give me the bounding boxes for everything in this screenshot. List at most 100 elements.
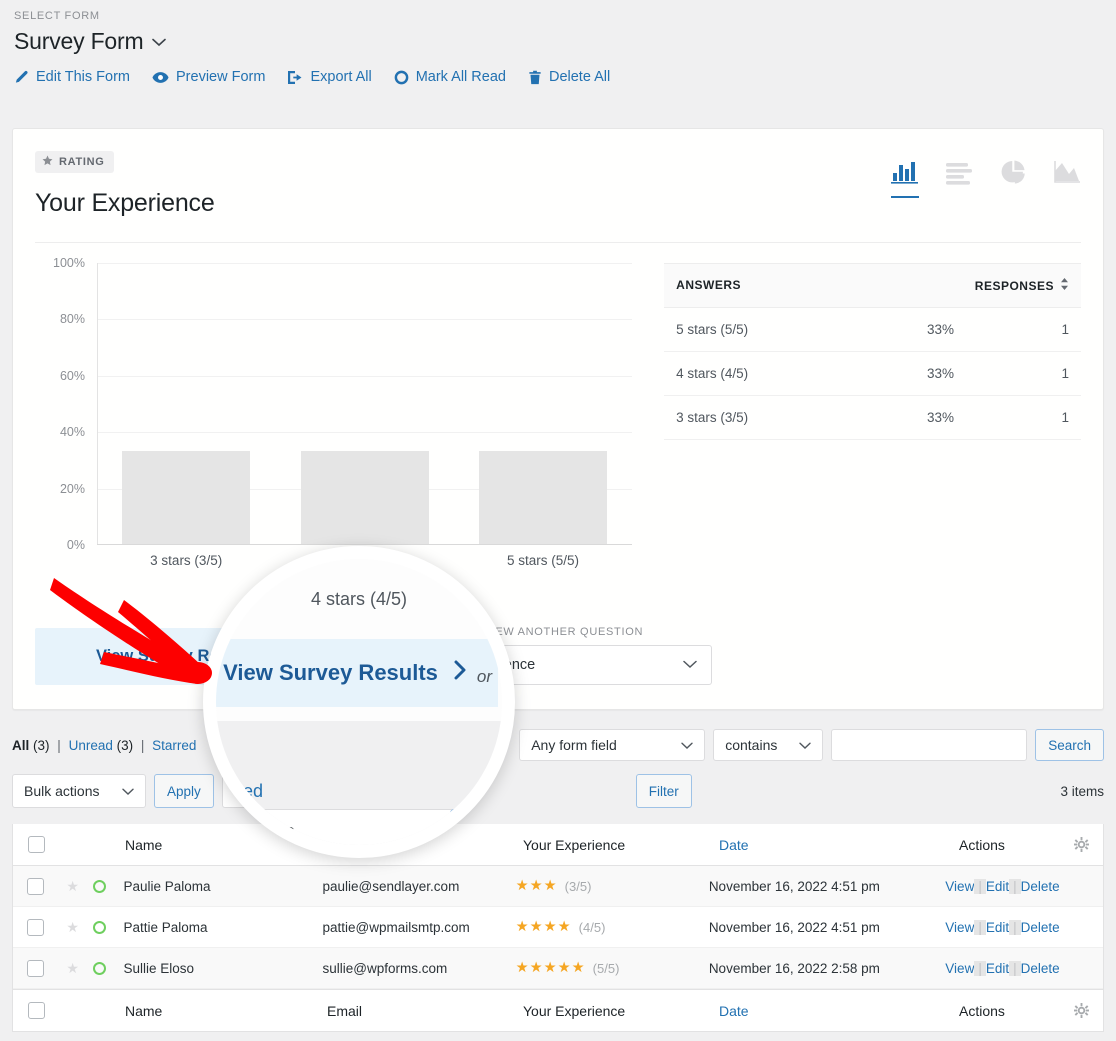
row-experience: ★★★★ (4/5) <box>516 919 709 935</box>
chevron-down-icon <box>681 737 693 753</box>
answers-table-row: 4 stars (4/5) 33% 1 <box>664 352 1081 396</box>
gear-icon[interactable] <box>1059 1003 1103 1018</box>
bar-3-stars[interactable] <box>122 451 250 544</box>
edit-this-form-button[interactable]: Edit This Form <box>14 69 130 85</box>
column-footer-date[interactable]: Date <box>719 1003 959 1019</box>
chart-body: 100% 80% 60% 40% 20% 0% <box>13 243 1103 583</box>
items-count: 3 items <box>1060 784 1104 799</box>
answers-table-row: 5 stars (5/5) 33% 1 <box>664 308 1081 352</box>
area-chart-icon[interactable] <box>1053 159 1081 196</box>
row-actions: View|Edit|Delete <box>945 879 1059 894</box>
chevron-down-icon <box>683 657 697 673</box>
view-link-all[interactable]: All <box>12 738 29 753</box>
magnified-starred-link[interactable]: tarred <box>216 781 263 802</box>
y-axis-labels: 100% 80% 60% 40% 20% 0% <box>35 263 93 545</box>
mark-all-read-button[interactable]: Mark All Read <box>394 69 506 85</box>
field-type-label: RATING <box>59 156 105 168</box>
row-delete-link[interactable]: Delete <box>1021 920 1060 935</box>
table-row[interactable]: ★ Paulie Paloma paulie@sendlayer.com ★★★… <box>13 866 1103 907</box>
row-view-link[interactable]: View <box>945 920 974 935</box>
column-footer-date-link[interactable]: Date <box>719 1003 749 1019</box>
chevron-down-icon <box>152 35 166 49</box>
unread-indicator-icon[interactable] <box>93 962 106 975</box>
bar-4-stars[interactable] <box>301 451 429 544</box>
row-checkbox[interactable] <box>27 919 44 936</box>
table-row[interactable]: ★ Pattie Paloma pattie@wpmailsmtp.com ★★… <box>13 907 1103 948</box>
table-row[interactable]: ★ Sullie Eloso sullie@wpforms.com ★★★★★ … <box>13 948 1103 989</box>
bar-5-stars[interactable] <box>479 451 607 544</box>
preview-form-button[interactable]: Preview Form <box>152 69 265 85</box>
row-date: November 16, 2022 4:51 pm <box>709 920 945 935</box>
column-header-date[interactable]: Date <box>719 837 959 853</box>
page-root: SELECT FORM Survey Form Edit This Form P… <box>0 0 1116 1041</box>
select-all-checkbox-cell <box>13 836 59 853</box>
pie-chart-icon[interactable] <box>999 159 1027 196</box>
row-name: Pattie Paloma <box>123 920 322 935</box>
rating-fraction: (4/5) <box>579 920 606 935</box>
answers-table: ANSWERS RESPONSES 5 stars (5/5) 33% 1 4 … <box>664 263 1081 583</box>
entries-filter-row-2: Bulk actions Apply Search Entries Filter… <box>12 774 1104 808</box>
row-edit-link[interactable]: Edit <box>986 961 1009 976</box>
search-term-input[interactable] <box>831 729 1027 761</box>
row-delete-link[interactable]: Delete <box>1021 961 1060 976</box>
answer-percent: 33% <box>927 410 1035 425</box>
row-checkbox[interactable] <box>27 878 44 895</box>
bar-group <box>97 263 632 544</box>
row-checkbox-cell <box>13 878 58 895</box>
column-header-date-link[interactable]: Date <box>719 837 749 853</box>
row-checkbox[interactable] <box>27 960 44 977</box>
action-separator: | <box>1009 961 1021 976</box>
select-form-label: SELECT FORM <box>14 10 1102 22</box>
y-tick-40: 40% <box>60 425 85 439</box>
bar-slot <box>275 263 453 544</box>
filter-button[interactable]: Filter <box>636 774 692 808</box>
answer-percent: 33% <box>927 366 1035 381</box>
answers-table-row: 3 stars (3/5) 33% 1 <box>664 396 1081 440</box>
row-delete-link[interactable]: Delete <box>1021 879 1060 894</box>
search-button[interactable]: Search <box>1035 729 1104 761</box>
y-tick-20: 20% <box>60 482 85 496</box>
entries-filter-row-1: All (3) | Unread (3) | Starred Any form … <box>12 728 1104 762</box>
unread-indicator-icon[interactable] <box>93 880 106 893</box>
column-footer-name: Name <box>125 1003 327 1019</box>
gear-icon[interactable] <box>1059 837 1103 852</box>
bar-chart-icon[interactable] <box>891 159 919 198</box>
form-field-select-value: Any form field <box>531 737 617 753</box>
rating-stars: ★★★★ <box>516 919 572 935</box>
view-link-starred[interactable]: Starred <box>152 738 196 753</box>
row-edit-link[interactable]: Edit <box>986 920 1009 935</box>
column-footer-email: Email <box>327 1003 523 1019</box>
responses-column-header[interactable]: RESPONSES <box>975 278 1069 293</box>
delete-all-button[interactable]: Delete All <box>528 69 610 85</box>
select-all-checkbox[interactable] <box>28 836 45 853</box>
star-icon[interactable]: ★ <box>66 878 79 895</box>
apply-button[interactable]: Apply <box>154 774 214 808</box>
view-link-unread[interactable]: Unread <box>69 738 113 753</box>
y-tick-100: 100% <box>53 256 85 270</box>
comparison-select[interactable]: contains <box>713 729 823 761</box>
export-all-button[interactable]: Export All <box>287 69 371 85</box>
chart-question-title: Your Experience <box>35 189 215 218</box>
preview-form-label: Preview Form <box>176 69 265 85</box>
bulk-actions-select[interactable]: Bulk actions <box>12 774 146 808</box>
column-footer-experience-label: Your Experience <box>523 1003 625 1019</box>
form-field-select[interactable]: Any form field <box>519 729 705 761</box>
row-view-link[interactable]: View <box>945 879 974 894</box>
row-actions: View|Edit|Delete <box>945 961 1059 976</box>
form-selector[interactable]: Survey Form <box>14 28 1102 55</box>
star-icon[interactable]: ★ <box>66 919 79 936</box>
answers-column-header: ANSWERS <box>676 278 975 293</box>
star-icon[interactable]: ★ <box>66 960 79 977</box>
export-icon <box>287 70 303 85</box>
magnified-view-survey-results-button[interactable]: View Survey Results <box>203 639 498 707</box>
row-edit-link[interactable]: Edit <box>986 879 1009 894</box>
bar-slot <box>97 263 275 544</box>
answer-label: 4 stars (4/5) <box>676 366 927 381</box>
horizontal-bar-chart-icon[interactable] <box>945 159 973 196</box>
row-view-link[interactable]: View <box>945 961 974 976</box>
entries-toolbar: All (3) | Unread (3) | Starred Any form … <box>12 728 1104 808</box>
select-all-checkbox-footer[interactable] <box>28 1002 45 1019</box>
form-header: SELECT FORM Survey Form Edit This Form P… <box>0 0 1116 85</box>
unread-indicator-icon[interactable] <box>93 921 106 934</box>
magnified-view-survey-results-label: View Survey Results <box>223 660 438 686</box>
